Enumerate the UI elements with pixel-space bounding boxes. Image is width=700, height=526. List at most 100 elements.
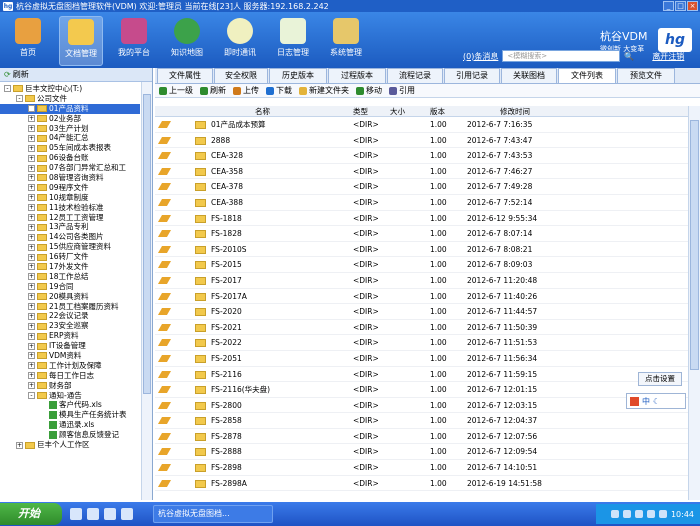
search-icon[interactable]: 🔍 (624, 52, 634, 61)
toolbar-home-button[interactable]: 首页 (6, 16, 50, 66)
table-row[interactable]: CEA-388 <DIR> 1.00 2012-6-7 7:52:14 (155, 195, 688, 211)
action-button[interactable]: 移动 (356, 85, 382, 96)
edit-icon[interactable] (157, 214, 172, 222)
tree-item[interactable]: 模具生产任务统计表 (0, 410, 140, 420)
tab[interactable]: 安全权限 (214, 68, 268, 83)
tree-item[interactable]: +14公司各类图片 (0, 232, 140, 242)
search-input[interactable]: <模糊搜索> (502, 50, 621, 62)
tray-icon-3[interactable] (634, 510, 643, 518)
tab[interactable]: 历史版本 (269, 68, 327, 83)
tree-item[interactable]: 客户代码.xls (0, 400, 140, 411)
edit-icon[interactable] (157, 183, 172, 191)
edit-icon[interactable] (157, 308, 172, 316)
tray-icon-1[interactable] (610, 510, 619, 518)
edit-icon[interactable] (157, 354, 172, 362)
expand-icon[interactable]: + (28, 105, 35, 113)
tree-item[interactable]: + 每日工作日志 (0, 371, 140, 381)
edit-icon[interactable] (157, 276, 172, 284)
col-size-header[interactable]: 大小 (390, 106, 405, 117)
table-row[interactable]: FS-2010S <DIR> 1.00 2012-6-7 8:08:21 (155, 242, 688, 258)
tree-item[interactable]: +08管理咨询资料 (0, 173, 140, 183)
collapse-icon[interactable]: - (4, 85, 11, 93)
toolbar-log-button[interactable]: 日志管理 (271, 16, 315, 66)
tree-item[interactable]: +07各部门异常汇总和工 (0, 163, 140, 173)
edit-icon[interactable] (157, 401, 172, 409)
expand-icon[interactable]: + (28, 332, 35, 340)
moon-icon[interactable]: ☾ (653, 397, 660, 406)
ime-mode[interactable]: 中 (642, 396, 650, 407)
action-button[interactable]: 上一级 (159, 85, 193, 96)
tree-item[interactable]: + ERP资料 (0, 331, 140, 341)
expand-icon[interactable]: + (28, 312, 35, 320)
table-row[interactable]: FS-1828 <DIR> 1.00 2012-6-7 8:07:14 (155, 226, 688, 242)
tree-item[interactable]: +12员工工资管理 (0, 213, 140, 223)
table-row[interactable]: FS-2022 <DIR> 1.00 2012-6-7 11:51:53 (155, 335, 688, 351)
tree-item[interactable]: +19合同 (0, 282, 140, 292)
tree-item[interactable]: +09程序文件 (0, 183, 140, 193)
table-row[interactable]: 01产品成本预算 <DIR> 1.00 2012-6-7 7:16:35 (155, 117, 688, 133)
expand-icon[interactable]: + (28, 174, 35, 182)
expand-icon[interactable]: + (28, 263, 35, 271)
col-time-header[interactable]: 修改时间 (500, 106, 530, 117)
edit-icon[interactable] (157, 370, 172, 378)
tree-item[interactable]: +15供应商管理资料 (0, 242, 140, 252)
table-row[interactable]: FS-2021 <DIR> 1.00 2012-6-7 11:50:39 (155, 320, 688, 336)
tab[interactable]: 文件列表 (558, 68, 616, 83)
table-row[interactable]: FS-2051 <DIR> 1.00 2012-6-7 11:56:34 (155, 351, 688, 367)
tree-item[interactable]: + IT设备管理 (0, 341, 140, 351)
expand-icon[interactable]: + (28, 372, 35, 380)
tree-scrollbar[interactable] (141, 82, 152, 500)
edit-icon[interactable] (157, 261, 172, 269)
expand-icon[interactable]: + (28, 184, 35, 192)
collapse-icon[interactable]: - (16, 95, 23, 103)
tab[interactable]: 流程记录 (387, 68, 443, 83)
expand-icon[interactable]: + (28, 342, 35, 350)
tree-scroll-thumb[interactable] (143, 94, 151, 394)
col-type-header[interactable]: 类型 (353, 106, 368, 117)
table-row[interactable]: FS-2017 <DIR> 1.00 2012-6-7 11:20:48 (155, 273, 688, 289)
action-button[interactable]: 下载 (266, 85, 292, 96)
ime-toolbar[interactable]: 中 ☾ (626, 393, 686, 409)
expand-icon[interactable]: + (28, 303, 35, 311)
tree-item[interactable]: +20模具资料 (0, 292, 140, 302)
tree-item[interactable]: +04产能汇总 (0, 133, 140, 143)
taskbar-app-button[interactable]: 杭谷虚拟无盘图档... (153, 505, 273, 523)
tab[interactable]: 过程版本 (328, 68, 386, 83)
expand-icon[interactable]: + (28, 214, 35, 222)
tray-icon-2[interactable] (622, 510, 631, 518)
edit-icon[interactable] (157, 479, 172, 487)
table-row[interactable]: FS-2800 <DIR> 1.00 2012-6-7 12:03:15 (155, 398, 688, 414)
tree-item[interactable]: 通迅录.xls (0, 420, 140, 430)
collapse-icon[interactable]: - (28, 392, 35, 400)
table-row[interactable]: FS-2888 <DIR> 1.00 2012-6-7 12:09:54 (155, 444, 688, 461)
tree-item[interactable]: +21员工档案履历资料 (0, 302, 140, 312)
expand-icon[interactable]: + (28, 293, 35, 301)
expand-icon[interactable]: + (28, 352, 35, 360)
quicklaunch-icon-1[interactable] (70, 508, 82, 520)
table-row[interactable]: FS-1818 <DIR> 1.00 2012-6-12 9:55:34 (155, 211, 688, 227)
tree-item[interactable]: - 公司文件 (0, 94, 140, 104)
expand-icon[interactable]: + (28, 362, 35, 370)
tree-item[interactable]: +16转厂文件 (0, 252, 140, 262)
quicklaunch-icon-2[interactable] (87, 508, 99, 520)
action-button[interactable]: 引用 (389, 85, 415, 96)
maximize-button[interactable]: □ (675, 1, 686, 11)
close-button[interactable]: × (687, 1, 698, 11)
expand-icon[interactable]: + (28, 204, 35, 212)
tree-item[interactable]: + VDM资料 (0, 351, 140, 361)
edit-icon[interactable] (157, 448, 172, 456)
expand-icon[interactable]: + (28, 243, 35, 251)
edit-icon[interactable] (157, 121, 172, 128)
tree-item[interactable]: 顾客信息反馈登记 (0, 430, 140, 440)
toolbar-knowledge-map-button[interactable]: 知识地图 (165, 16, 209, 66)
table-row[interactable]: FS-2898 <DIR> 1.00 2012-6-7 14:10:51 (155, 460, 688, 476)
expand-icon[interactable]: + (28, 125, 35, 132)
table-row[interactable]: FS-2116 <DIR> 1.00 2012-6-7 11:59:15 (155, 367, 688, 383)
expand-icon[interactable]: + (28, 382, 35, 390)
tree-item[interactable]: +03生产计划 (0, 124, 140, 134)
expand-icon[interactable]: + (28, 233, 35, 241)
tree-item[interactable]: +22会议记录 (0, 311, 140, 321)
edit-icon[interactable] (157, 464, 172, 472)
toolbar-system-button[interactable]: 系统管理 (324, 16, 368, 66)
tree-item[interactable]: + 财务部 (0, 381, 140, 391)
